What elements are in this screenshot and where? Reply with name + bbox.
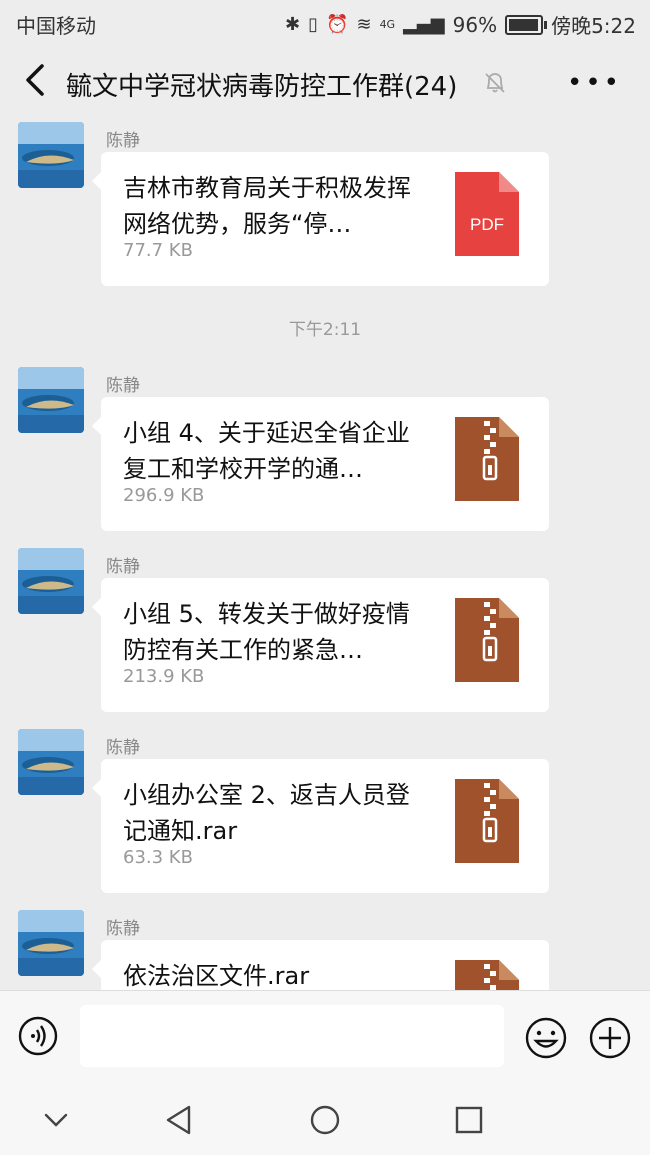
file-bubble[interactable]: 小组 5、转发关于做好疫情防控有关工作的紧急… 213.9 KB — [92, 578, 549, 712]
bell-off-icon — [485, 73, 505, 93]
alarm-icon: ⏰ — [326, 14, 349, 35]
sender-name: 陈静 — [106, 376, 140, 396]
vibrate-icon: ▯ — [308, 14, 319, 35]
emoji-icon[interactable] — [524, 1016, 568, 1060]
chevron-down-icon[interactable] — [38, 1102, 74, 1138]
chat-timestamp: 下午2:11 — [288, 320, 362, 340]
nav-back-icon[interactable] — [162, 1102, 198, 1138]
zip-file-icon — [455, 779, 519, 863]
battery-percent: 96% — [452, 12, 498, 37]
more-dots-icon[interactable]: ••• — [567, 68, 622, 98]
file-size: 213.9 KB — [123, 666, 205, 687]
network-type: 4G — [379, 18, 396, 31]
avatar[interactable] — [18, 367, 84, 433]
file-name: 小组 4、关于延迟全省企业复工和学校开学的通… — [123, 419, 410, 483]
battery-fill — [509, 18, 538, 31]
sender-name: 陈静 — [106, 738, 140, 758]
battery-icon — [505, 14, 548, 35]
chat-title: 毓文中学冠状病毒防控工作群(24) — [66, 72, 458, 102]
pdf-file-icon: PDF — [455, 172, 519, 256]
avatar[interactable] — [18, 729, 84, 795]
file-bubble[interactable]: 小组 4、关于延迟全省企业复工和学校开学的通… 296.9 KB — [92, 397, 549, 531]
avatar[interactable] — [18, 910, 84, 976]
nav-recents-icon[interactable] — [451, 1102, 487, 1138]
pdf-label: PDF — [470, 215, 504, 234]
file-size: 296.9 KB — [123, 485, 205, 506]
system-nav-bar — [0, 1086, 650, 1155]
sender-name: 陈静 — [106, 557, 140, 577]
bluetooth-icon: ✱ — [285, 14, 301, 35]
sender-name: 陈静 — [106, 919, 140, 939]
voice-icon[interactable] — [18, 1016, 58, 1056]
avatar[interactable] — [18, 548, 84, 614]
file-bubble[interactable]: 小组办公室 2、返吉人员登记通知.rar 63.3 KB — [92, 759, 549, 893]
status-icons: ✱ ▯ ⏰ ≋ 4G ▂▄▆ 96% 傍晚5:22 — [285, 10, 636, 39]
sender-name: 陈静 — [106, 131, 140, 151]
plus-icon[interactable] — [588, 1016, 632, 1060]
back-arrow-icon[interactable] — [18, 60, 54, 100]
carrier-name: 中国移动 — [16, 14, 96, 38]
file-size: 63.3 KB — [123, 847, 193, 868]
nav-home-icon[interactable] — [307, 1102, 343, 1138]
file-name: 小组 5、转发关于做好疫情防控有关工作的紧急… — [123, 600, 410, 664]
chat-header: 毓文中学冠状病毒防控工作群(24) ••• — [0, 44, 650, 122]
zip-file-icon — [455, 598, 519, 682]
file-bubble[interactable]: 吉林市教育局关于积极发挥网络优势，服务“停… 77.7 KB PDF — [92, 152, 549, 286]
zip-file-icon — [455, 960, 519, 990]
file-bubble[interactable]: 依法治区文件.rar — [92, 940, 549, 990]
file-name: 依法治区文件.rar — [123, 962, 310, 990]
chat-area[interactable]: 陈静 吉林市教育局关于积极发挥网络优势，服务“停… 77.7 KB PDF 下午… — [0, 122, 650, 990]
input-bar — [0, 990, 650, 1087]
signal-icon: ▂▄▆ — [403, 14, 445, 35]
status-bar: 中国移动 ✱ ▯ ⏰ ≋ 4G ▂▄▆ 96% 傍晚5:22 — [0, 0, 650, 44]
wifi-icon: ≋ — [356, 14, 372, 35]
clock: 傍晚5:22 — [551, 14, 636, 38]
file-name: 小组办公室 2、返吉人员登记通知.rar — [123, 781, 410, 845]
file-size: 77.7 KB — [123, 240, 193, 261]
file-name: 吉林市教育局关于积极发挥网络优势，服务“停… — [123, 174, 411, 238]
zip-file-icon — [455, 417, 519, 501]
message-input[interactable] — [80, 1005, 504, 1067]
avatar[interactable] — [18, 122, 84, 188]
